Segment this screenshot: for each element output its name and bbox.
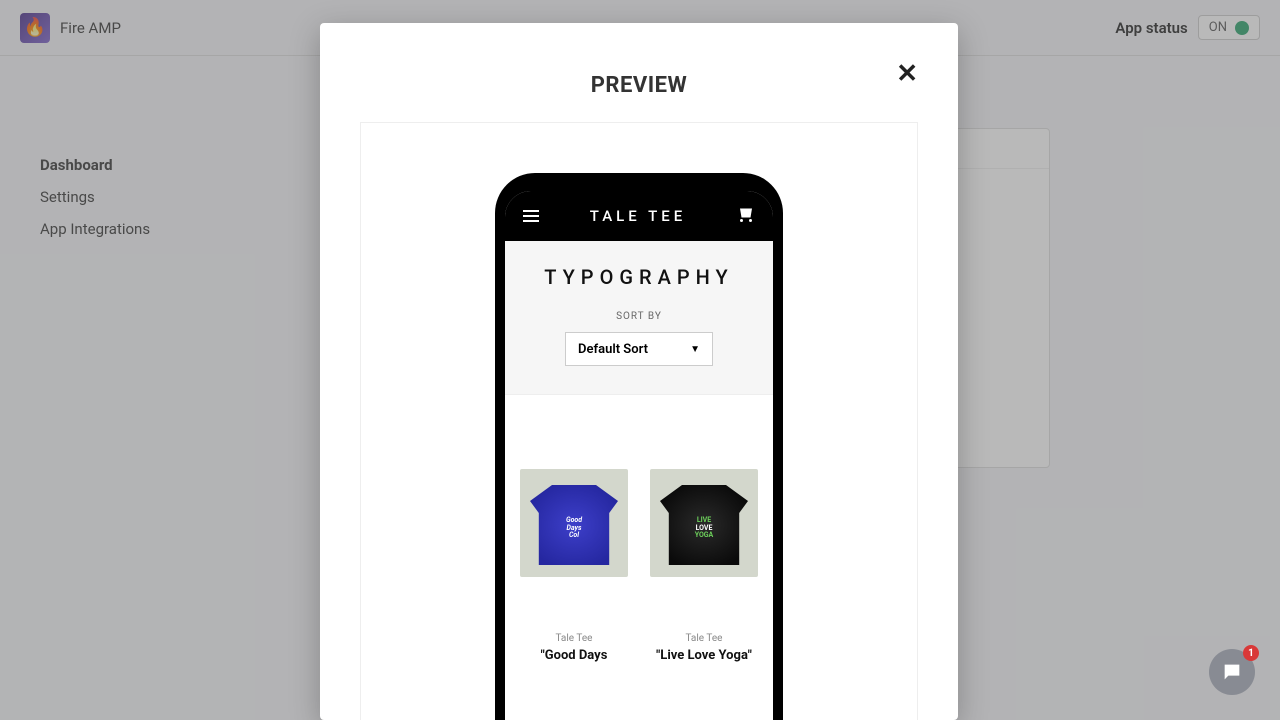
caret-down-icon: ▼ <box>690 344 700 355</box>
product-image: LIVE LOVE YOGA <box>650 469 758 577</box>
sort-by-label: SORT BY <box>505 311 773 322</box>
sort-selected-value: Default Sort <box>578 342 648 357</box>
chat-button[interactable]: 1 <box>1209 649 1255 695</box>
product-vendor: Tale Tee <box>556 633 593 644</box>
sort-select[interactable]: Default Sort ▼ <box>565 332 713 366</box>
preview-frame: TALE TEE TYPOGRAPHY SORT BY Default Sort… <box>360 122 918 720</box>
product-name: "Live Love Yoga" <box>650 648 758 663</box>
phone-screen: TALE TEE TYPOGRAPHY SORT BY Default Sort… <box>505 191 773 720</box>
category-title: TYPOGRAPHY <box>505 265 773 289</box>
product-card[interactable]: Good Days Col Tale Tee "Good Days <box>513 411 635 720</box>
category-section: TYPOGRAPHY SORT BY Default Sort ▼ <box>505 241 773 395</box>
product-grid: Good Days Col Tale Tee "Good Days L <box>505 395 773 720</box>
phone-mockup: TALE TEE TYPOGRAPHY SORT BY Default Sort… <box>495 173 783 720</box>
product-image: Good Days Col <box>520 469 628 577</box>
shirt-print-text: Good Days Col <box>520 517 628 540</box>
cart-icon[interactable] <box>737 208 755 224</box>
preview-modal: ✕ PREVIEW TALE TEE TYPOGRAPHY SORT BY <box>320 23 958 720</box>
shop-title: TALE TEE <box>590 207 686 225</box>
hamburger-icon[interactable] <box>523 210 539 222</box>
chat-badge: 1 <box>1243 645 1259 661</box>
modal-title: PREVIEW <box>320 73 958 98</box>
shop-header: TALE TEE <box>505 191 773 241</box>
product-card[interactable]: LIVE LOVE YOGA Tale Tee "Live Love Yoga" <box>643 411 765 720</box>
product-name: "Good Days <box>535 648 614 663</box>
product-vendor: Tale Tee <box>686 633 723 644</box>
close-icon[interactable]: ✕ <box>896 58 918 89</box>
shirt-print-text: LIVE LOVE YOGA <box>650 517 758 540</box>
